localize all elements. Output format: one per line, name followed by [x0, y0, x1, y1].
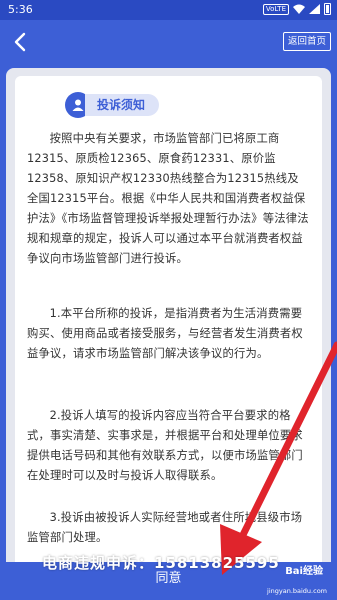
- notice-paragraph-2: 2.投诉人填写的投诉内容应当符合平台要求的格式，事实清楚、实事求是，并根据平台和…: [27, 409, 303, 482]
- battery-icon: [324, 3, 331, 15]
- baidu-jingyan-url: jingyan.baidu.com: [267, 587, 327, 595]
- notice-card: 投诉须知 按照中央有关要求，市场监管部门已将原工商12315、原质检12365、…: [15, 76, 322, 576]
- notice-paragraph-3: 3.投诉由被投诉人实际经营地或者住所地县级市场监管部门处理。: [27, 511, 303, 544]
- signal-icon: [309, 4, 320, 14]
- watermark-text: 电商违规申诉：15813825595: [42, 554, 280, 572]
- status-time: 5:36: [8, 3, 33, 16]
- notice-title: 投诉须知: [85, 94, 160, 116]
- volte-badge: VoLTE: [262, 3, 289, 15]
- wifi-icon: [293, 4, 305, 14]
- status-bar: 5:36 VoLTE: [0, 0, 337, 20]
- notice-title-row: 投诉须知: [65, 92, 160, 118]
- baidu-jingyan-logo: Bai经验: [285, 566, 323, 577]
- home-button[interactable]: 返回首页: [283, 32, 331, 51]
- notice-paragraph-1: 1.本平台所称的投诉，是指消费者为生活消费需要购买、使用商品或者接受服务，与经营…: [27, 307, 303, 360]
- nav-bar: 返回首页: [0, 20, 337, 64]
- notice-paragraph-intro: 按照中央有关要求，市场监管部门已将原工商12315、原质检12365、原食药12…: [27, 132, 309, 265]
- status-icons: VoLTE: [262, 3, 331, 15]
- back-chevron-icon[interactable]: [8, 29, 34, 55]
